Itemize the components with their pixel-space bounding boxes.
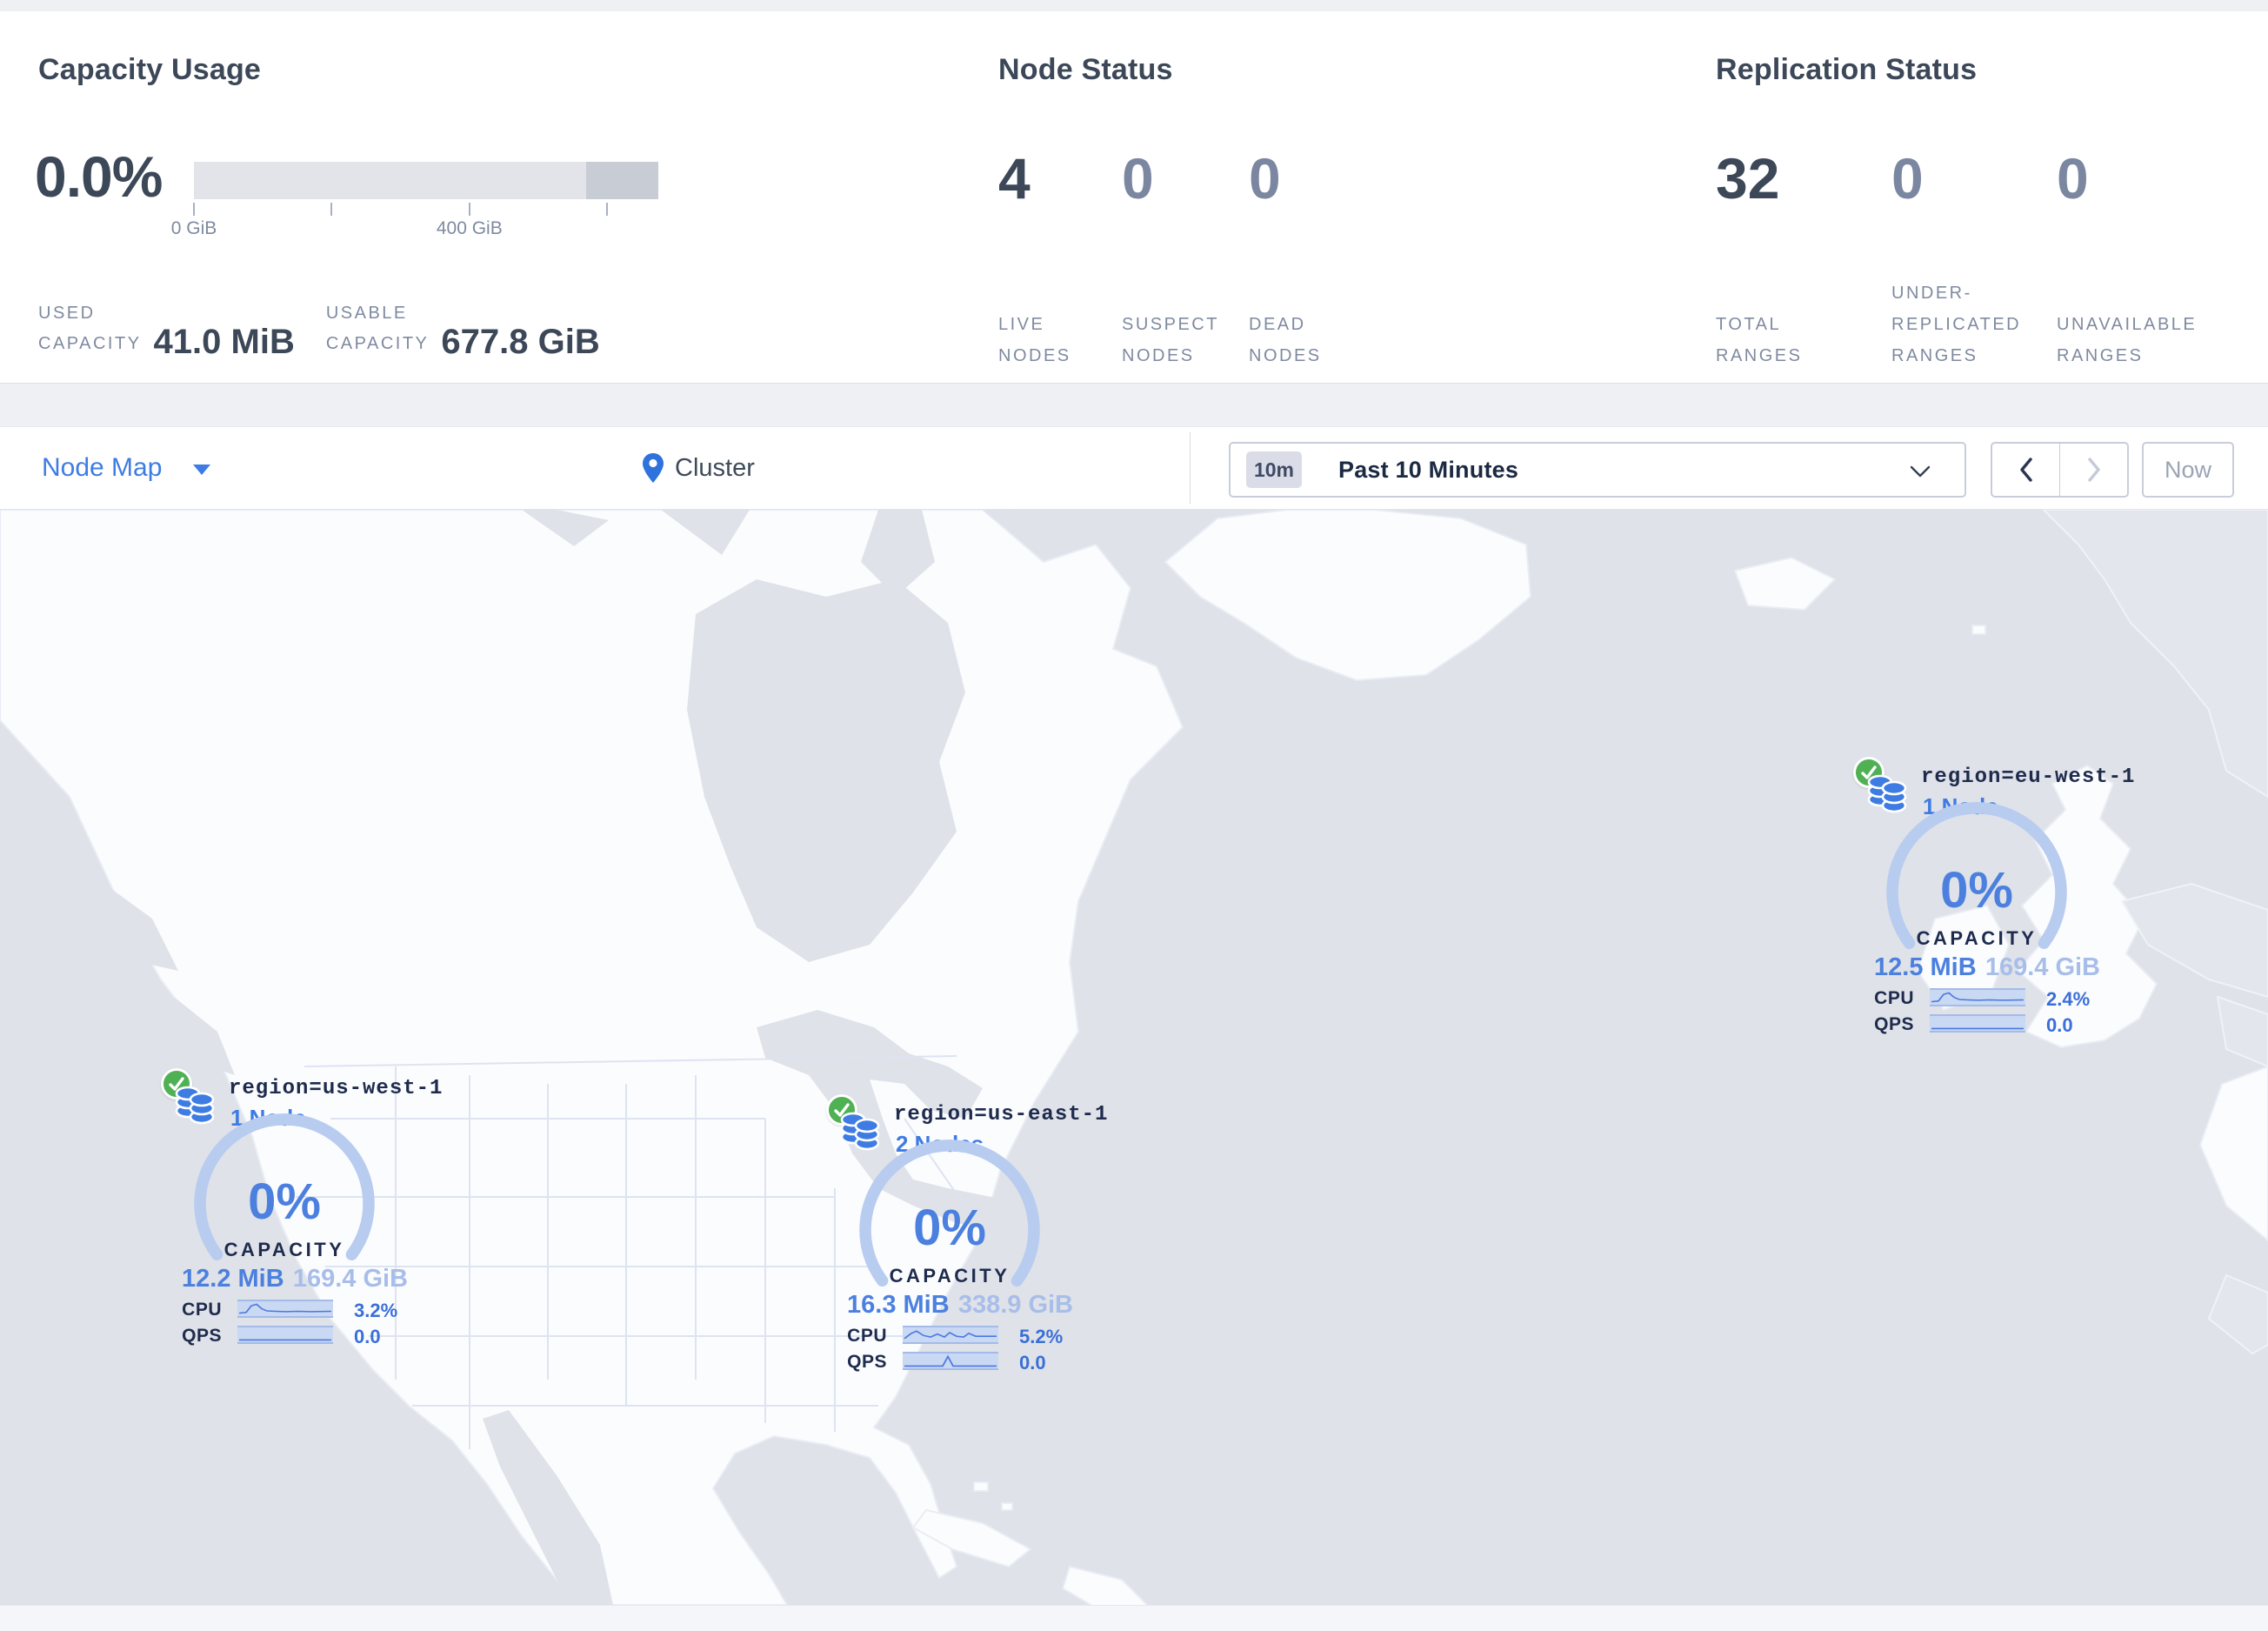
cpu-sparkline [903,1326,998,1344]
stat-label: UNDER- REPLICATED RANGES [1891,284,2022,365]
capacity-percent: 0% [248,1173,321,1230]
capacity-percent: 0% [913,1200,986,1256]
world-map [0,510,2268,1605]
used-capacity-label: USED CAPACITY [38,304,142,353]
stat-label: UNAVAILABLE RANGES [2057,315,2198,365]
replication-status-title: Replication Status [1716,53,1978,86]
qps-label: QPS [847,1352,887,1372]
chevron-right-icon [2087,458,2100,482]
cpu-sparkline [237,1300,333,1318]
capacity-percent: 0% [1940,862,2013,919]
stat-value: 0 [1249,146,1281,211]
stat-label: LIVE NODES [998,315,1071,365]
view-selector-dropdown[interactable]: Node Map [42,427,211,509]
usable-capacity-value: 338.9 GiB [957,1291,1073,1319]
breadcrumb-cluster-label: Cluster [675,453,755,482]
capacity-percent-value: 0.0% [35,144,163,209]
map-pin-icon [643,453,664,483]
cpu-value: 5.2% [1019,1326,1064,1347]
chevron-down-icon [193,465,211,475]
region-marker[interactable]: region=eu-west-1 1 Node 0% CAPACITY 12.5… [1853,757,2134,1044]
stat-value: 0 [1122,146,1154,211]
cpu-sparkline [1930,988,2025,1006]
stat-item: 0 DEAD NODES [1249,146,1397,371]
cpu-label: CPU [182,1300,222,1320]
capacity-usage-title: Capacity Usage [38,53,262,86]
breadcrumb[interactable]: Cluster [642,427,755,509]
axis-tick [330,203,333,216]
node-map[interactable]: region=us-west-1 1 Node 0% CAPACITY 12.2… [0,510,2268,1605]
qps-sparkline [1930,1014,2025,1033]
cluster-stats-panel: Capacity Usage 0.0% 0 GiB 400 GiB USED CA… [0,11,2268,384]
stat-label: SUSPECT NODES [1122,315,1219,365]
region-label: region=us-west-1 [229,1077,444,1100]
stat-value: 0 [2057,146,2089,211]
cpu-label: CPU [847,1326,887,1346]
chevron-down-icon [1910,465,1931,478]
time-window-badge: 10m [1246,451,1302,488]
stat-item: 4 LIVE NODES [998,146,1122,371]
chevron-left-icon [2019,458,2032,482]
stat-value: 0 [1891,146,1924,211]
axis-tick [193,203,195,216]
cpu-value: 3.2% [354,1300,398,1321]
usable-capacity-value: 169.4 GiB [1984,953,2100,981]
region-marker[interactable]: region=us-east-1 2 Nodes 0% CAPACITY 16.… [826,1094,1107,1381]
capacity-bar-track [194,162,658,199]
stat-item: 0 UNAVAILABLE RANGES [2057,146,2257,371]
stat-value: 4 [998,146,1031,211]
stat-item: 0 UNDER- REPLICATED RANGES [1891,146,2057,371]
usable-capacity-value: 677.8 GiB [441,323,600,361]
used-capacity-value: 16.3 MiB [847,1291,950,1319]
region-label: region=us-east-1 [894,1103,1109,1126]
qps-label: QPS [1874,1014,1914,1034]
region-label: region=eu-west-1 [1921,765,2136,789]
qps-sparkline [237,1326,333,1344]
capacity-label: CAPACITY [889,1265,1011,1287]
stat-label: TOTAL RANGES [1716,315,1803,365]
qps-label: QPS [182,1326,222,1346]
stat-item: 0 SUSPECT NODES [1122,146,1249,371]
used-capacity-value: 12.2 MiB [182,1265,284,1293]
capacity-bar-reserved-segment [586,162,658,199]
usable-capacity-value: 169.4 GiB [292,1265,408,1293]
node-status-group: 4 LIVE NODES 0 SUSPECT NODES 0 DEAD NODES [998,146,1397,371]
page-footer-strip [0,1605,2268,1631]
qps-value: 0.0 [1019,1352,1046,1374]
time-range-dropdown[interactable]: 10m Past 10 Minutes [1229,442,1966,498]
cpu-value: 2.4% [2046,988,2091,1010]
replication-status-group: 32 TOTAL RANGES 0 UNDER- REPLICATED RANGES … [1716,146,2257,371]
region-marker[interactable]: region=us-west-1 1 Node 0% CAPACITY 12.2… [161,1068,442,1355]
qps-value: 0.0 [2046,1014,2073,1036]
capacity-bar: 0 GiB 400 GiB [171,159,658,246]
capacity-label: CAPACITY [223,1239,345,1260]
now-button[interactable]: Now [2142,442,2234,498]
stat-value: 32 [1716,146,1780,211]
node-status-title: Node Status [998,53,1173,86]
cpu-label: CPU [1874,988,1914,1008]
map-toolbar: Node Map Cluster 10m Past 10 Minutes Now [0,426,2268,510]
time-forward-button[interactable] [2060,444,2127,496]
time-range-arrows [1991,442,2129,498]
used-capacity-value: 41.0 MiB [153,323,295,361]
axis-tick-label: 0 GiB [170,218,217,238]
capacity-label: CAPACITY [1916,927,2038,949]
axis-tick [606,203,609,216]
stat-label: DEAD NODES [1249,315,1322,365]
toolbar-divider [1190,432,1191,504]
usable-capacity-label: USABLE CAPACITY [325,304,430,353]
time-range-label: Past 10 Minutes [1338,456,1519,483]
qps-value: 0.0 [354,1326,381,1347]
used-capacity-value: 12.5 MiB [1874,953,1977,981]
qps-sparkline [903,1352,998,1370]
axis-tick-label: 400 GiB [436,218,503,238]
time-back-button[interactable] [1992,444,2060,496]
axis-tick [468,203,470,216]
view-selector-label: Node Map [42,453,163,482]
stat-item: 32 TOTAL RANGES [1716,146,1891,371]
